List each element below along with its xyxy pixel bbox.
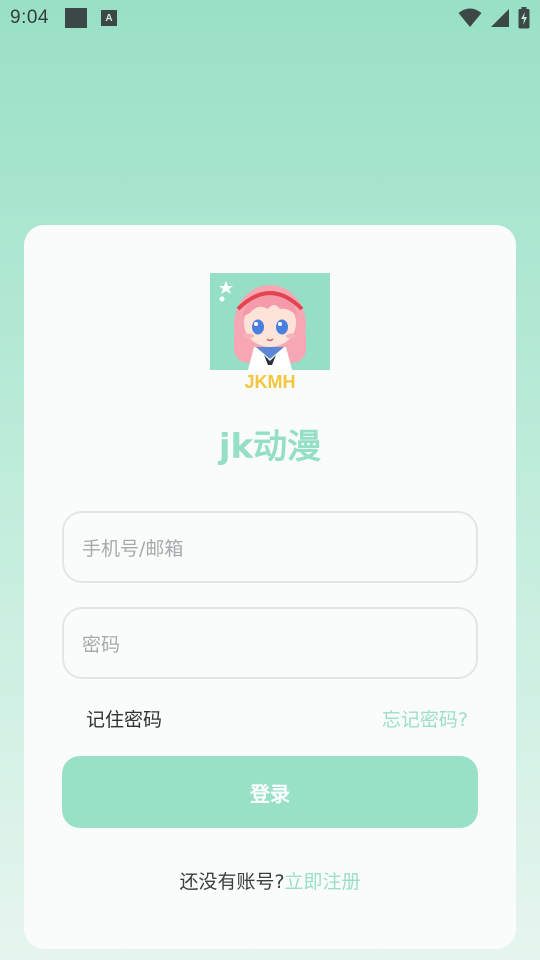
login-button[interactable]: 登录 [62, 756, 478, 828]
notification-square-icon [64, 8, 87, 28]
battery-charging-icon [518, 7, 530, 29]
password-input[interactable]: 密码 [62, 607, 478, 679]
signal-icon [491, 9, 509, 27]
app-logo: JKMH [210, 273, 330, 393]
register-prompt: 还没有账号? [179, 871, 285, 893]
remember-password-toggle[interactable]: 记住密码 [86, 705, 162, 732]
status-bar: 9:04 A [0, 0, 540, 36]
login-card: JKMH jk动漫 手机号/邮箱 密码 记住密码 忘记密码? 登录 还没有账号?… [24, 225, 516, 949]
password-placeholder: 密码 [82, 633, 121, 656]
wifi-icon [458, 8, 482, 27]
account-placeholder: 手机号/邮箱 [82, 537, 184, 560]
status-left-icons: A [64, 8, 117, 28]
forgot-password-link[interactable]: 忘记密码? [382, 705, 468, 732]
svg-text:JKMH: JKMH [244, 372, 295, 392]
a-notification-icon: A [100, 10, 117, 26]
app-name: jk动漫 [218, 427, 322, 467]
register-link[interactable]: 立即注册 [285, 871, 361, 893]
account-input[interactable]: 手机号/邮箱 [62, 511, 478, 583]
status-right-icons [458, 7, 530, 29]
status-time: 9:04 [10, 7, 49, 28]
register-line: 还没有账号?立即注册 [24, 867, 516, 894]
